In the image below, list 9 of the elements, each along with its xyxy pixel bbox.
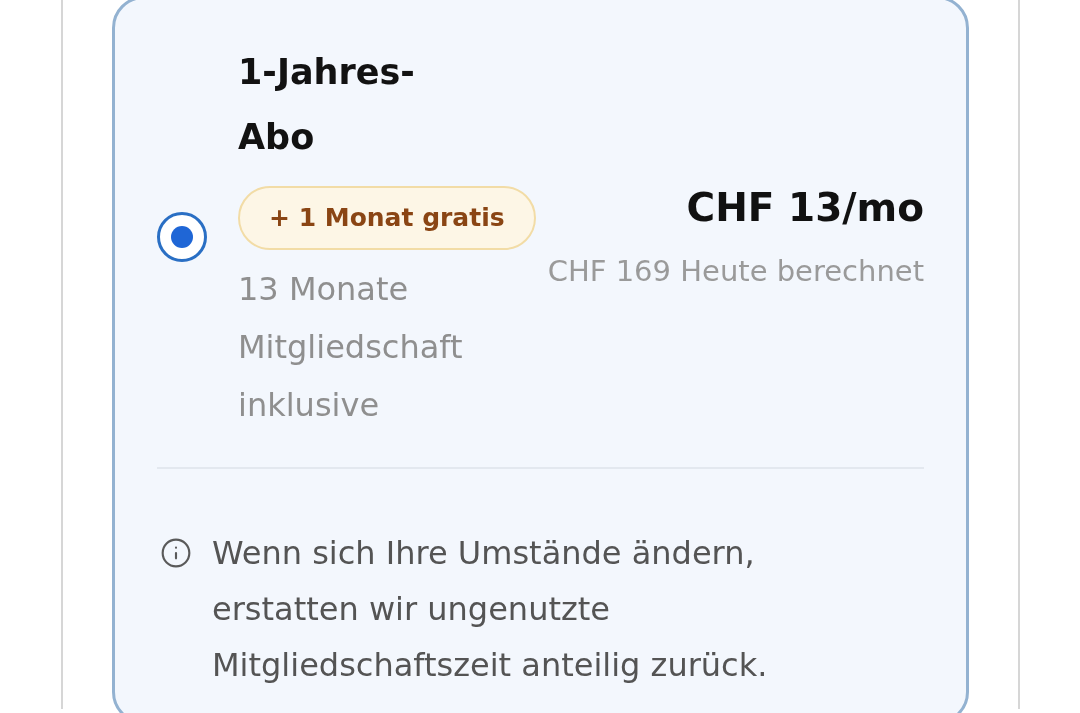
refund-notice: Wenn sich Ihre Umstände ändern, erstatten wir ungenutzte Mitgliedschaftszeit anteilig zurück.: [212, 533, 769, 686]
radio-button[interactable]: [157, 212, 207, 262]
plan-description: 13 Monate Mitgliedschaft inklusive: [238, 269, 464, 426]
plan-option-card[interactable]: 1-Jahres-Abo + 1 Monat gratis 13 Monate Mitgliedschaft inklusive CHF 13/mo CHF 169 Heute berechnet Wenn sich Ihre Umstände ändern, erstatten wir ungenutzte Mitgliedschaftszeit anteilig zurück.: [112, 0, 969, 713]
billing-note: CHF 169 Heute berechnet: [547, 253, 924, 290]
plan-price: CHF 13/mo: [686, 184, 924, 232]
plan-title: 1-Jahres-Abo: [238, 51, 416, 159]
info-icon: [160, 537, 192, 569]
promo-badge: + 1 Monat gratis: [238, 186, 536, 250]
